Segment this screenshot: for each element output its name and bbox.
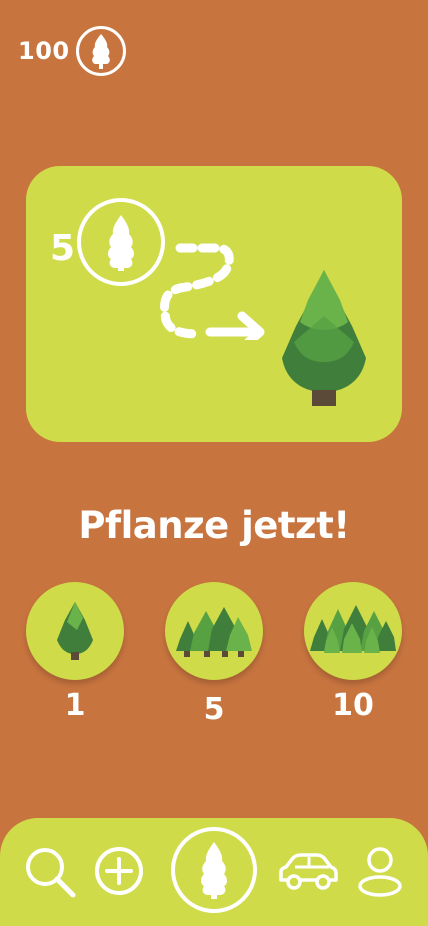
option-label-10: 10 [332, 688, 374, 723]
search-button[interactable] [22, 844, 78, 900]
page-title: Pflanze jetzt! [78, 504, 350, 547]
profile-icon [358, 847, 402, 897]
add-icon [95, 847, 143, 895]
tree-coin-icon [77, 198, 165, 286]
tree-coin-icon [75, 26, 126, 76]
plant-5-button[interactable] [165, 582, 263, 680]
search-icon [26, 848, 76, 898]
car-button[interactable] [277, 852, 339, 892]
cost-value: 5 [50, 228, 76, 269]
balance-display: 100 [18, 24, 126, 78]
option-label-1: 1 [64, 688, 86, 723]
small-forest-icon [176, 607, 252, 657]
profile-button[interactable] [356, 846, 404, 898]
option-label-5: 5 [203, 692, 225, 727]
single-tree-icon [57, 602, 93, 660]
balance-value: 100 [18, 37, 70, 65]
big-tree-icon [282, 270, 366, 406]
large-forest-icon [310, 605, 396, 653]
plant-tree-button[interactable] [171, 827, 257, 913]
coin-to-tree-icon [160, 243, 265, 340]
tree-icon [201, 842, 227, 899]
add-button[interactable] [94, 846, 144, 896]
plant-1-button[interactable] [26, 582, 124, 680]
car-icon [279, 853, 338, 890]
plant-10-button[interactable] [304, 582, 402, 680]
